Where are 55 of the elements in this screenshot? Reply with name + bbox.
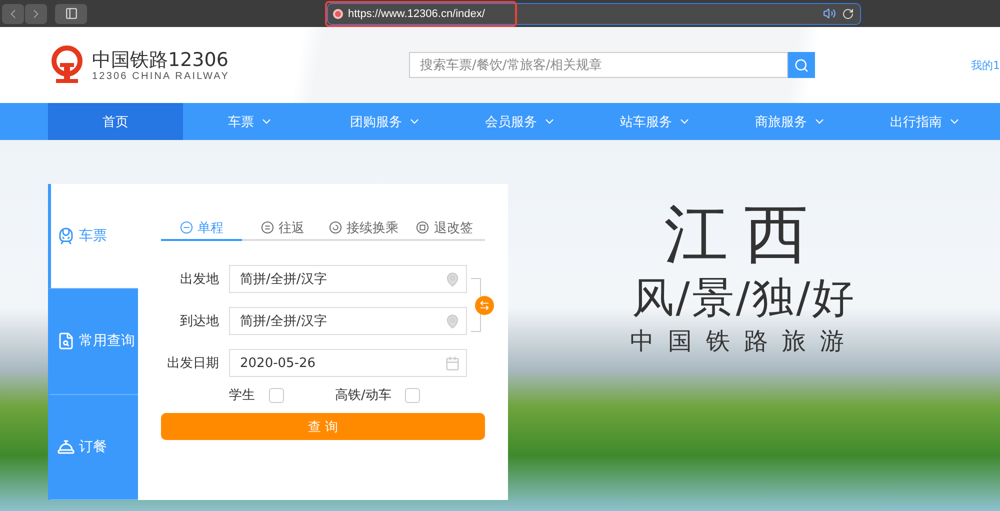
search-submit-button[interactable]: 查 询 xyxy=(161,413,485,440)
nav-item[interactable]: 出行指南 xyxy=(858,103,993,140)
service-bell-icon xyxy=(57,438,75,456)
banner-tagline: 中国铁路旅游 xyxy=(630,326,858,357)
nav-item[interactable]: 会员服务 xyxy=(453,103,588,140)
nav-item[interactable]: 站车服务 xyxy=(588,103,723,140)
field-label: 出发地 xyxy=(179,271,219,288)
trip-tab[interactable]: 接续换乘 xyxy=(323,216,404,241)
side-tab[interactable]: 车票 xyxy=(48,184,138,290)
circle-glyph-icon xyxy=(180,221,192,234)
option-label: 学生 xyxy=(229,387,255,404)
search-icon xyxy=(794,58,809,72)
nav-item[interactable]: 商旅服务 xyxy=(723,103,858,140)
circle-glyph-icon xyxy=(416,221,429,234)
map-pin-icon xyxy=(445,314,460,328)
address-bar[interactable]: https://www.12306.cn/index/ xyxy=(327,2,861,24)
sidebar-icon xyxy=(64,7,78,20)
swap-arrows-icon xyxy=(479,300,490,311)
date-field[interactable]: 2020-05-26 xyxy=(229,349,467,377)
nav-item[interactable]: 团购服务 xyxy=(318,103,453,140)
reload-icon[interactable] xyxy=(842,8,854,20)
checkbox[interactable] xyxy=(269,388,284,402)
document-search-icon xyxy=(57,332,75,350)
station-field[interactable]: 简拼/全拼/汉字 xyxy=(229,307,467,335)
calendar-icon xyxy=(445,356,460,370)
option-label: 高铁/动车 xyxy=(335,387,392,404)
banner-title: 江西 xyxy=(664,198,824,272)
trip-tab[interactable]: 往返 xyxy=(242,216,323,241)
sidebar-button[interactable] xyxy=(55,4,87,24)
trip-tab[interactable]: 单程 xyxy=(161,216,242,241)
station-field[interactable]: 简拼/全拼/汉字 xyxy=(229,265,467,293)
nav-item[interactable]: 首页 xyxy=(48,103,183,140)
site-icon xyxy=(333,8,343,18)
trip-tab[interactable]: 退改签 xyxy=(404,216,485,241)
back-button[interactable] xyxy=(2,4,24,24)
field-label: 到达地 xyxy=(179,313,219,330)
url-text: https://www.12306.cn/index/ xyxy=(348,8,485,20)
nav-item[interactable]: 车票 xyxy=(183,103,318,140)
logo-title: 中国铁路12306 xyxy=(92,48,230,70)
map-pin-icon xyxy=(445,272,460,286)
search-field[interactable]: 搜索车票/餐饮/常旅客/相关规章 xyxy=(409,52,788,78)
forward-button[interactable] xyxy=(25,4,47,24)
swap-button[interactable] xyxy=(475,296,494,315)
train-icon xyxy=(57,227,75,246)
field-label: 出发日期 xyxy=(166,355,219,372)
speaker-icon[interactable] xyxy=(823,7,836,20)
checkbox[interactable] xyxy=(405,388,420,402)
side-tab[interactable]: 常用查询 xyxy=(48,289,138,395)
account-link[interactable]: 我的1 xyxy=(971,58,1000,72)
banner-slogan: 风/景/独/好 xyxy=(632,272,856,324)
circle-glyph-icon xyxy=(328,221,342,234)
logo-subtitle: 12306 CHINA RAILWAY xyxy=(92,70,230,82)
circle-glyph-icon xyxy=(260,221,274,234)
search-button[interactable] xyxy=(788,52,815,78)
side-tab[interactable]: 订餐 xyxy=(48,394,138,500)
